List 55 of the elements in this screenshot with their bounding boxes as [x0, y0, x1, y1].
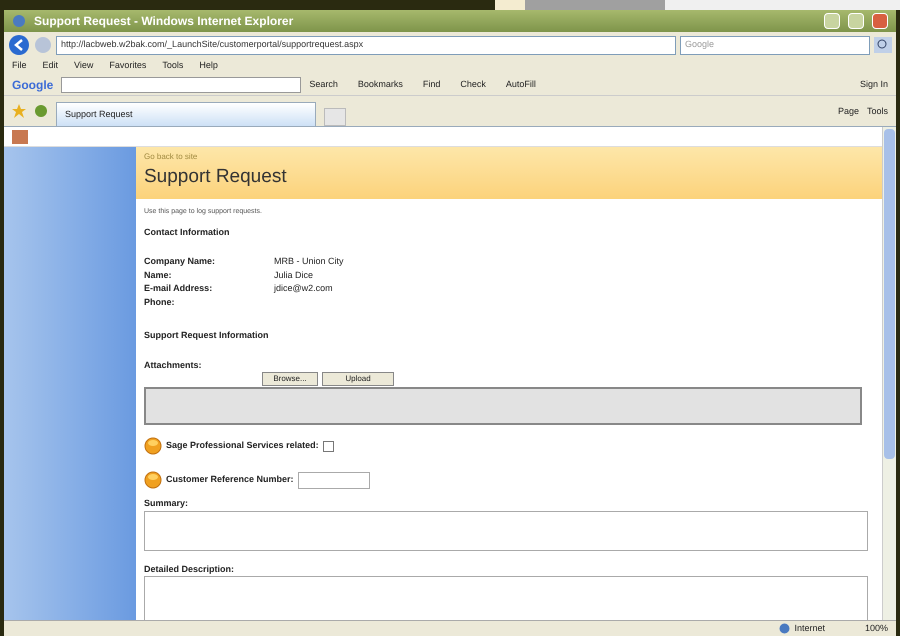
forward-icon[interactable]	[34, 36, 52, 54]
browser-icon	[12, 14, 26, 28]
field-label: E-mail Address:	[144, 282, 214, 295]
field-value: MRB - Union City	[274, 255, 345, 268]
minimize-button[interactable]	[824, 13, 840, 29]
menu-item[interactable]: Help	[199, 59, 218, 73]
page-title: Support Request	[144, 165, 288, 189]
address-field[interactable]: http://lacbweb.w2bak.com/_LaunchSite/customerportal/supportrequest.aspx	[56, 36, 676, 54]
checkbox[interactable]	[322, 440, 334, 452]
toolbar-button[interactable]: Search	[309, 78, 338, 92]
close-button[interactable]	[872, 13, 888, 29]
field-value: jdice@w2.com	[274, 282, 334, 295]
globe-icon	[779, 623, 790, 634]
browse-button[interactable]: Browse...	[262, 372, 318, 386]
description-field[interactable]	[144, 576, 868, 620]
command-button[interactable]: Page	[838, 104, 859, 118]
menu-item[interactable]: File	[12, 59, 27, 73]
window-title: Support Request - Windows Internet Explorer	[34, 13, 294, 30]
google-logo: Google	[12, 76, 54, 94]
checkbox-label: Sage Professional Services related:	[166, 439, 319, 452]
menu-item[interactable]: View	[74, 59, 94, 73]
attachments-label: Attachments:	[144, 358, 203, 372]
bullet-icon	[144, 471, 162, 489]
section-heading: Support Request Information	[144, 329, 270, 342]
bullet-icon	[144, 437, 162, 455]
toolbar-button[interactable]: AutoFill	[506, 78, 536, 92]
search-icon[interactable]	[874, 37, 892, 53]
field-label: Customer Reference Number:	[166, 473, 294, 486]
toolbar-button[interactable]: Find	[422, 78, 440, 92]
menu-item[interactable]: Edit	[42, 59, 58, 73]
command-button[interactable]: Tools	[866, 104, 888, 118]
field-label: Company Name:	[144, 255, 216, 268]
toolbar-button[interactable]: Bookmarks	[358, 78, 403, 92]
field-label: Summary:	[144, 497, 190, 510]
field-label: Name:	[144, 268, 173, 282]
field-label: Detailed Description:	[144, 562, 236, 576]
field-value: Julia Dice	[274, 268, 314, 282]
reference-field[interactable]	[298, 472, 370, 488]
upload-button[interactable]: Upload	[322, 372, 394, 386]
summary-field[interactable]	[144, 510, 868, 550]
field-label: Phone:	[144, 296, 176, 308]
maximize-button[interactable]	[848, 13, 864, 29]
new-tab-button[interactable]	[324, 108, 346, 126]
browser-tab[interactable]: Support Request	[56, 102, 316, 126]
back-icon[interactable]	[8, 34, 30, 56]
zone-text: Internet	[794, 622, 825, 635]
menu-item[interactable]: Tools	[162, 59, 184, 73]
google-search-field[interactable]	[61, 76, 302, 92]
toolbar-button[interactable]: Check	[460, 78, 486, 92]
scrollbar[interactable]	[882, 127, 896, 620]
sign-in-button[interactable]: Sign In	[860, 78, 888, 92]
zoom-level[interactable]: 100%	[864, 622, 888, 636]
favorites-icon[interactable]	[12, 104, 26, 118]
section-heading: Contact Information	[144, 226, 230, 238]
menu-item[interactable]: Favorites	[109, 59, 146, 73]
